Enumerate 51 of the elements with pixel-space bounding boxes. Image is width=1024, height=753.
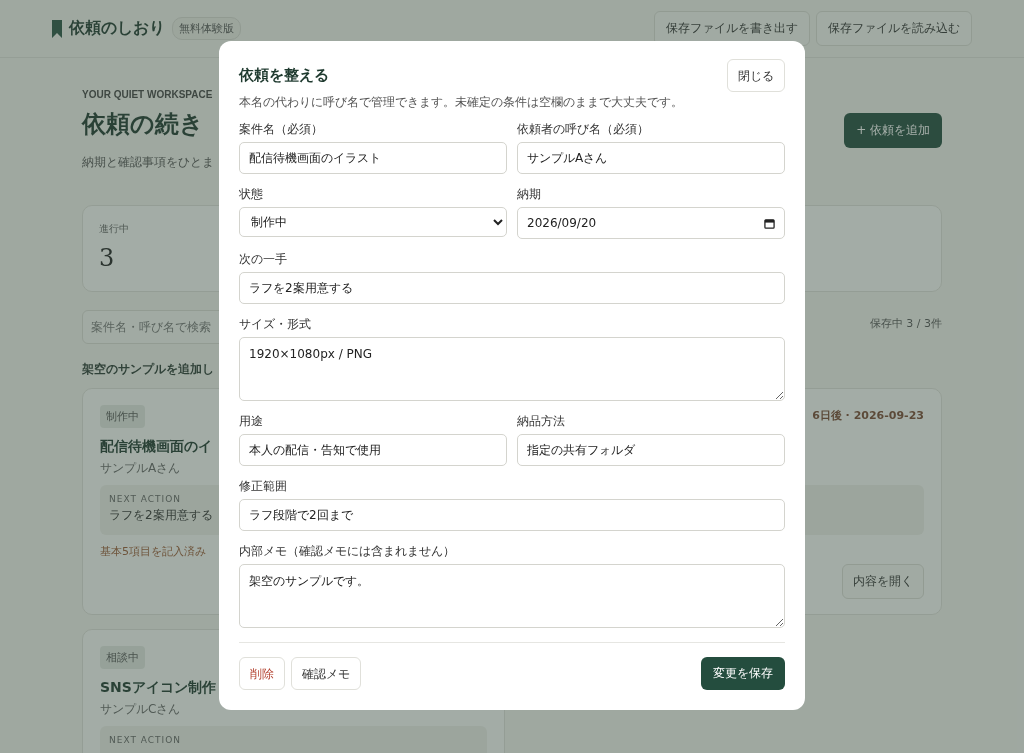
input-field[interactable]: ラフを2案用意する	[239, 272, 785, 304]
input-field[interactable]: サンプルAさん	[517, 142, 785, 174]
eyebrow-text: YOUR QUIET WORKSPACE	[82, 89, 214, 100]
confirm-memo-button[interactable]: 確認メモ	[291, 657, 361, 690]
field-label: 内部メモ（確認メモには含まれません）	[239, 543, 455, 560]
field-label: 案件名（必須）	[239, 121, 323, 138]
stat-label: 進行中	[99, 222, 129, 236]
plan-badge: 無料体験版	[172, 17, 241, 40]
next-action-label: NEXT ACTION	[109, 494, 182, 504]
text-area[interactable]: 架空のサンプルです。	[239, 564, 785, 628]
bookmark-icon	[52, 19, 62, 38]
field-label: 納期	[517, 186, 541, 203]
dialog-title: 依頼を整える	[239, 66, 329, 85]
field-label: 修正範囲	[239, 478, 287, 495]
field-label: 依頼者の呼び名（必須）	[517, 121, 649, 138]
input-field[interactable]: 配信待機画面のイラスト	[239, 142, 507, 174]
status-tag: 相談中	[100, 646, 145, 669]
client-name: サンプルAさん	[100, 460, 181, 477]
field-label: 納品方法	[517, 413, 565, 430]
status-tag: 制作中	[100, 405, 145, 428]
stat-value: 3	[99, 244, 115, 272]
field-label: 用途	[239, 413, 263, 430]
due-date: 6日後 · 2026-09-23	[812, 408, 924, 423]
header-action-button[interactable]: 保存ファイルを読み込む	[816, 11, 972, 46]
page-subtitle: 納期と確認事項をひとま	[82, 154, 214, 171]
progress-note: 基本5項目を記入済み	[100, 544, 206, 559]
field-label: 状態	[239, 186, 263, 203]
text-area[interactable]: 1920×1080px / PNG	[239, 337, 785, 401]
sample-link[interactable]: 架空のサンプルを追加し	[82, 361, 214, 378]
client-name: サンプルCさん	[100, 701, 181, 718]
next-action-label: NEXT ACTION	[109, 735, 182, 745]
dialog-description: 本名の代わりに呼び名で管理できます。未確定の条件は空欄のままで大丈夫です。	[239, 94, 683, 111]
card-title: 配信待機画面のイ	[100, 438, 212, 456]
delete-button[interactable]: 削除	[239, 657, 285, 690]
app-title: 依頼のしおり	[69, 18, 165, 39]
save-changes-button[interactable]: 変更を保存	[701, 657, 785, 690]
page-heading: 依頼の続き	[82, 109, 204, 140]
status-dropdown[interactable]: 制作中	[239, 207, 507, 237]
calendar-icon[interactable]	[764, 217, 775, 229]
saved-count: 保存中 3 / 3件	[869, 316, 942, 331]
add-request-button[interactable]: + 依頼を追加	[844, 113, 942, 148]
input-field[interactable]: 指定の共有フォルダ	[517, 434, 785, 466]
field-label: 次の一手	[239, 251, 287, 268]
next-action-text: ラフを2案用意する	[109, 507, 213, 524]
field-label: サイズ・形式	[239, 316, 311, 333]
open-details-button[interactable]: 内容を開く	[842, 564, 924, 599]
input-field[interactable]: 本人の配信・告知で使用	[239, 434, 507, 466]
close-button[interactable]: 閉じる	[727, 59, 785, 92]
card-title: SNSアイコン制作	[100, 679, 216, 697]
input-field[interactable]: ラフ段階で2回まで	[239, 499, 785, 531]
date-field[interactable]: 2026/09/20	[517, 207, 785, 239]
